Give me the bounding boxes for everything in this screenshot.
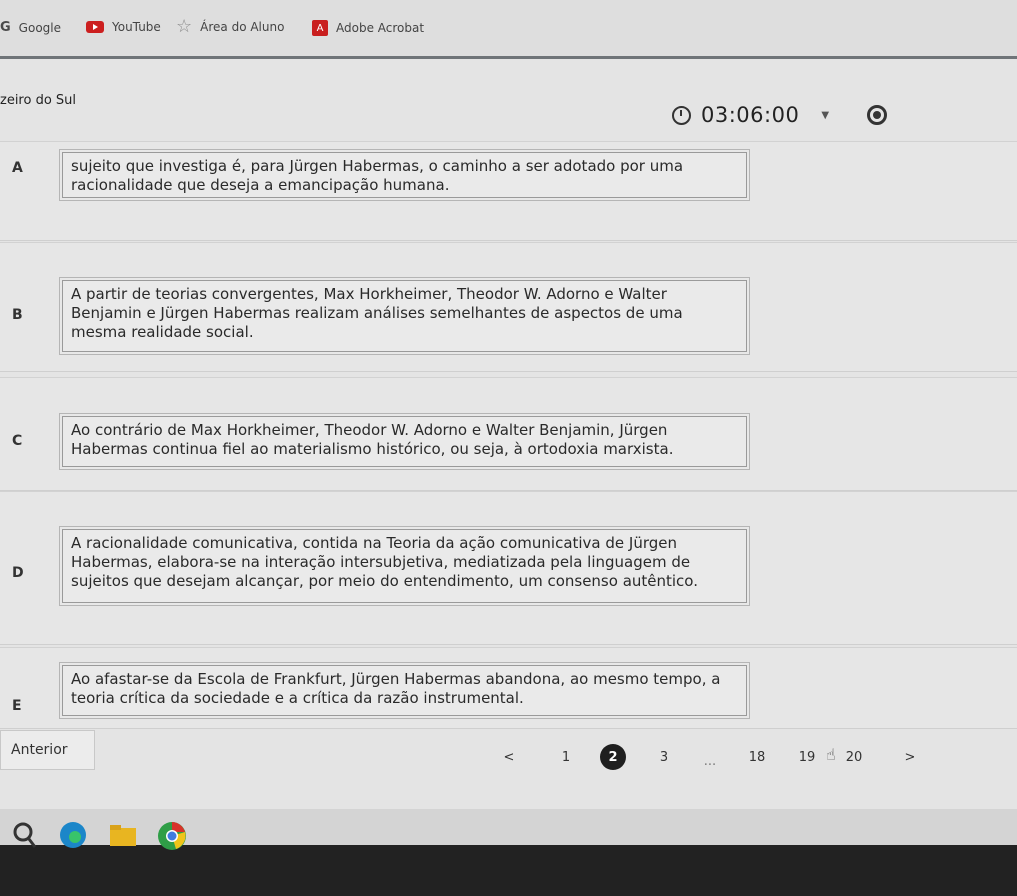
option-letter: C [12, 433, 23, 449]
option-letter: B [12, 307, 23, 323]
page-link-3[interactable]: 3 [651, 745, 677, 769]
page-link-1[interactable]: 1 [553, 745, 579, 769]
answer-option-d[interactable]: D A racionalidade comunicativa, contida … [0, 491, 1017, 645]
chrome-icon[interactable] [156, 820, 188, 856]
page-link-19[interactable]: 19 [794, 745, 820, 769]
option-text: Ao contrário de Max Horkheimer, Theodor … [62, 416, 747, 467]
bookmark-label: Área do Aluno [200, 20, 285, 34]
star-icon: ☆ [176, 16, 193, 37]
answer-option-b[interactable]: B A partir de teorias convergentes, Max … [0, 242, 1017, 372]
bookmark-google[interactable]: G Google [0, 20, 61, 35]
page-link-current[interactable]: 2 [600, 744, 626, 770]
bookmark-label: Google [18, 20, 61, 35]
course-title: zeiro do Sul [0, 93, 77, 108]
bookmark-adobe-acrobat[interactable]: A Adobe Acrobat [312, 20, 424, 36]
option-letter: D [12, 565, 24, 581]
option-text: sujeito que investiga é, para Jürgen Hab… [62, 152, 747, 198]
page-link-20[interactable]: 20 [841, 745, 867, 769]
chevron-down-icon[interactable]: ▼ [821, 110, 829, 121]
bookmark-youtube[interactable]: YouTube [86, 20, 161, 34]
option-text: A racionalidade comunicativa, contida na… [62, 529, 747, 603]
option-letter: E [12, 698, 22, 714]
acrobat-icon: A [312, 20, 328, 36]
answer-option-a[interactable]: A sujeito que investiga é, para Jürgen H… [0, 141, 1017, 241]
option-text: Ao afastar-se da Escola de Frankfurt, Jü… [62, 665, 747, 716]
option-letter: A [12, 160, 23, 176]
file-explorer-icon[interactable] [108, 820, 138, 854]
answer-option-c[interactable]: C Ao contrário de Max Horkheimer, Theodo… [0, 377, 1017, 491]
bookmark-label: Adobe Acrobat [336, 21, 425, 35]
previous-button[interactable]: Anterior [0, 730, 95, 770]
google-g-icon: G [0, 20, 11, 35]
exam-timer: 03:06:00 ▼ [672, 103, 888, 127]
bookmark-area-do-aluno[interactable]: ☆ Área do Aluno [176, 16, 285, 37]
visibility-icon[interactable] [867, 105, 888, 125]
bookmark-label: YouTube [112, 20, 161, 34]
screen-bezel [0, 845, 1017, 896]
page-link-18[interactable]: 18 [744, 745, 770, 769]
pagination-ellipsis: ... [703, 753, 717, 769]
bookmarks-bar: G Google YouTube ☆ Área do Aluno A Adobe… [0, 0, 1017, 59]
edge-icon[interactable] [58, 820, 88, 854]
stopwatch-icon [672, 105, 691, 125]
next-page-arrow[interactable]: > [897, 745, 923, 769]
option-text: A partir de teorias convergentes, Max Ho… [62, 280, 747, 352]
prev-page-arrow[interactable]: < [496, 745, 522, 769]
search-icon[interactable] [12, 820, 38, 854]
answer-option-e[interactable]: E Ao afastar-se da Escola de Frankfurt, … [0, 647, 1017, 729]
youtube-icon [86, 21, 104, 33]
hand-cursor-icon: ☝ [826, 745, 836, 764]
quiz-page: zeiro do Sul 03:06:00 ▼ A sujeito que in… [0, 59, 1017, 809]
timer-value: 03:06:00 [701, 103, 800, 127]
